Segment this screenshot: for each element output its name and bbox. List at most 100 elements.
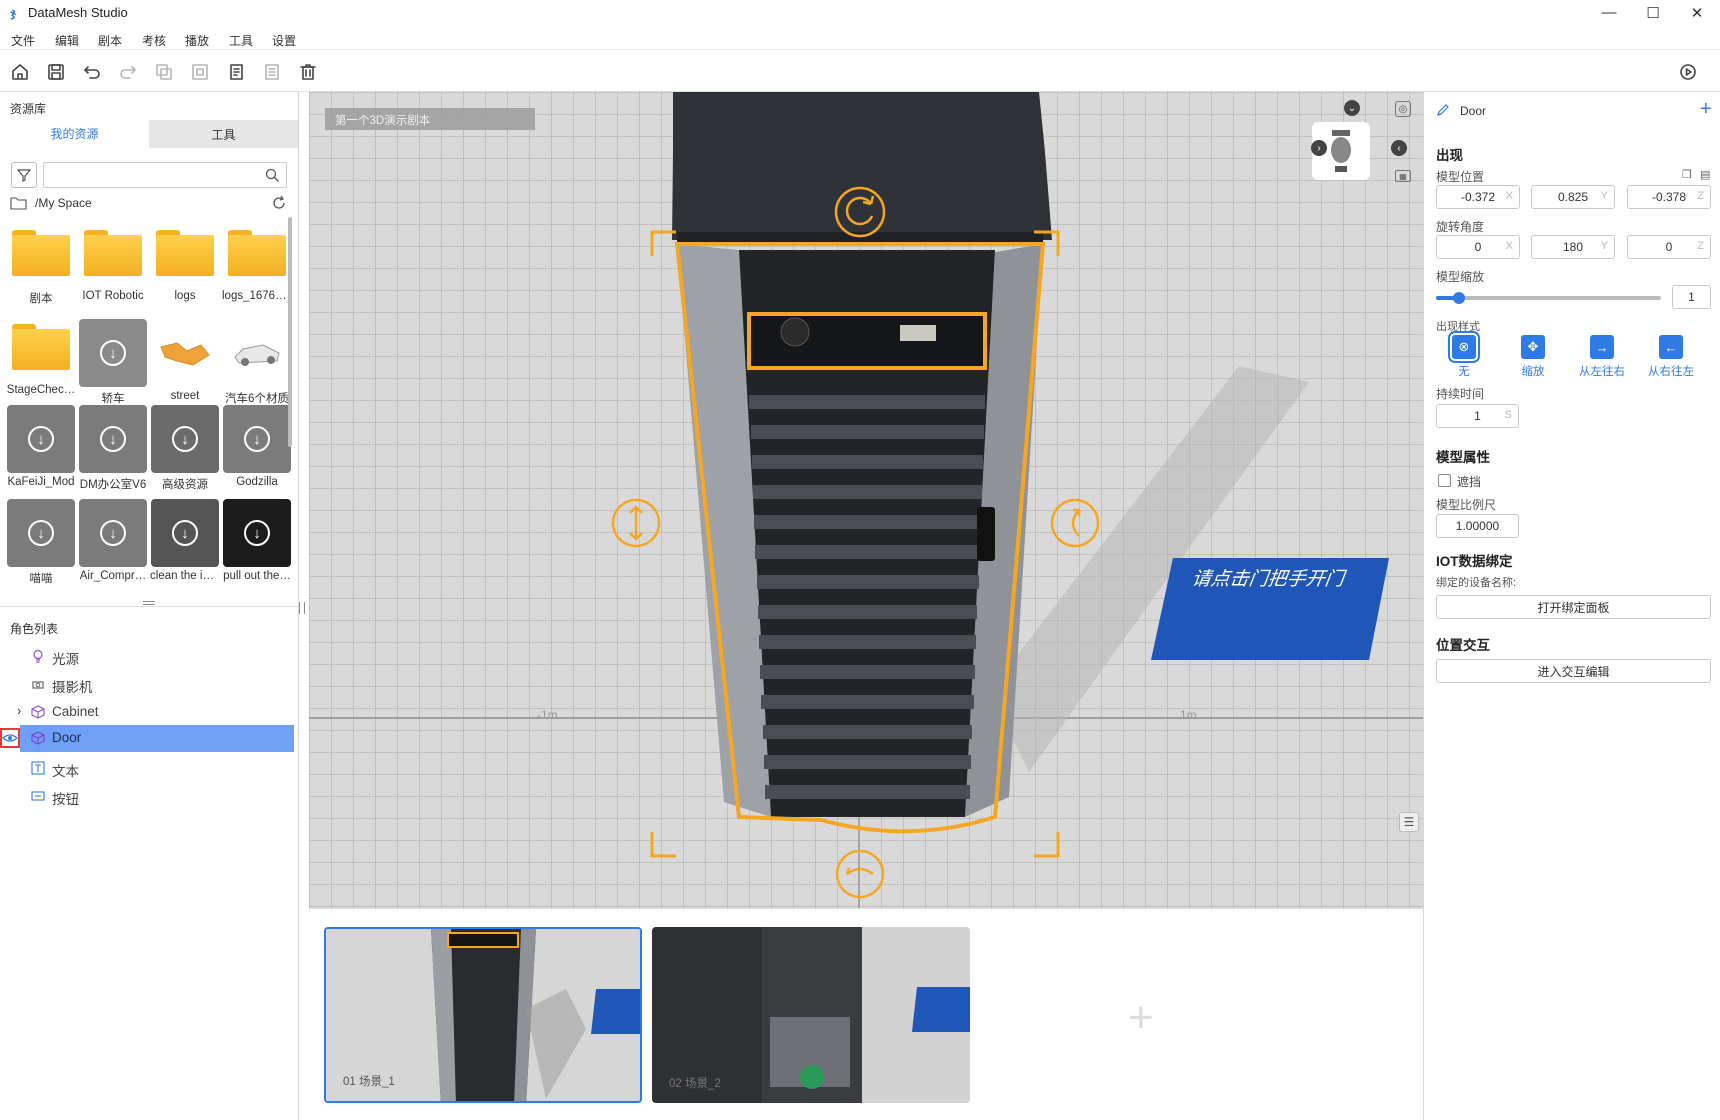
position-x-input[interactable]: -0.372 X [1436,185,1520,209]
ratio-input[interactable]: 1.00000 [1436,514,1519,538]
tree-item-cabinet[interactable]: › Cabinet [0,699,294,725]
menu-tools[interactable]: 工具 [229,32,253,49]
scale-input[interactable]: 1 [1672,285,1711,309]
copy-values-icon[interactable]: ❐ [1682,168,1692,181]
assets-scrollbar[interactable] [288,217,292,447]
duration-input[interactable]: 1S [1436,404,1519,428]
filter-button[interactable] [11,162,37,188]
view-right-icon[interactable]: ‹ [1391,140,1407,156]
move-vertical-handle-icon[interactable] [611,498,661,548]
asset-model[interactable]: ↓ Air_Compr… [78,499,148,582]
asset-model[interactable]: ↓ clean the in… [150,499,220,582]
menu-script[interactable]: 剧本 [98,32,122,49]
paste-icon[interactable] [261,61,283,83]
asset-model[interactable]: ↓ DM办公室V6 [78,405,148,492]
style-right-to-left[interactable]: ← 从右往左 [1641,335,1701,379]
panel-resize-grip-icon[interactable] [299,602,305,614]
splitter-grip-icon[interactable] [143,601,155,605]
home-icon[interactable] [9,61,31,83]
rotate-y-handle-icon[interactable] [1050,498,1100,548]
asset-model[interactable]: street [150,319,220,402]
asset-model[interactable]: ↓ 轿车 [78,319,148,406]
position-z-input[interactable]: -0.378 Z [1627,185,1711,209]
keyboard-icon[interactable]: ▦ [1395,170,1411,182]
list-view-icon[interactable]: ☰ [1399,812,1419,832]
asset-model[interactable]: 汽车6个材质 [222,319,292,406]
asset-folder[interactable]: 剧本 [6,222,76,306]
occlude-checkbox[interactable] [1438,474,1451,487]
paste-values-icon[interactable]: ▤ [1700,168,1710,181]
view-left-icon[interactable]: › [1311,140,1327,156]
minimize-icon[interactable]: — [1586,0,1632,25]
play-preview-icon[interactable] [1677,61,1699,83]
rotation-y-input[interactable]: 180 Y [1531,235,1615,259]
asset-model[interactable]: ↓ pull out the… [222,499,292,582]
tree-item-door[interactable]: Door [20,725,294,752]
rotation-z-input[interactable]: 0Z [1627,235,1711,259]
asset-model[interactable]: ↓ Godzilla [222,405,292,488]
maximize-icon[interactable]: ☐ [1630,0,1676,25]
asset-folder[interactable]: logs [150,222,220,302]
download-icon: ↓ [244,520,270,546]
menu-settings[interactable]: 设置 [272,32,296,49]
splitter[interactable] [0,606,298,607]
add-icon[interactable]: + [1700,98,1712,121]
enter-interact-edit-button[interactable]: 进入交互编辑 [1436,659,1711,683]
asset-model[interactable]: ↓ 喵喵 [6,499,76,586]
expand-chevron-icon[interactable]: › [17,703,21,718]
view-up-icon[interactable]: ⌄ [1344,100,1360,116]
tree-item-light[interactable]: 光源 [0,643,294,669]
style-scale[interactable]: ✥ 缩放 [1503,335,1563,379]
tree-item-button[interactable]: 按钮 [0,783,294,809]
open-binding-panel-button[interactable]: 打开绑定面板 [1436,595,1711,619]
menu-file[interactable]: 文件 [11,32,35,49]
scene-card-2[interactable]: 02 场景_2 [652,927,970,1103]
3d-viewport[interactable]: 第一个3D演示剧本 请点击门把手开门 -1m 1m ⌄ › ‹ ◎ ▦ ☰ [309,92,1423,908]
add-scene-button[interactable]: + [986,927,1304,1103]
save-icon[interactable] [45,61,67,83]
visibility-toggle[interactable] [0,728,20,748]
asset-folder[interactable]: StageChec… [6,316,76,396]
download-icon: ↓ [100,426,126,452]
tab-tools[interactable]: 工具 [149,120,298,148]
model-thumbnail [223,319,291,387]
download-icon: ↓ [100,520,126,546]
scene-text: 请点击门把手开门 [1190,569,1346,590]
style-left-to-right[interactable]: → 从左往右 [1572,335,1632,379]
model-attr-title: 模型属性 [1436,450,1490,465]
menu-exam[interactable]: 考核 [142,32,166,49]
redo-icon[interactable] [117,61,139,83]
asset-folder[interactable]: IOT Robotic [78,222,148,302]
rotation-label: 旋转角度 [1436,220,1485,234]
device-label: 绑定的设备名称: [1436,577,1517,589]
tree-item-text[interactable]: 文本 [0,755,294,781]
model-thumbnail: ↓ [7,499,75,567]
style-none[interactable]: ⊗ 无 [1434,331,1494,379]
refresh-icon[interactable] [271,195,287,211]
ungroup-icon[interactable] [189,61,211,83]
asset-model[interactable]: ↓ 高级资源 [150,405,220,492]
group-icon[interactable] [153,61,175,83]
copy-icon[interactable] [225,61,247,83]
rotation-x-input[interactable]: 0X [1436,235,1520,259]
scene-canvas [309,92,1423,908]
delete-icon[interactable] [297,61,319,83]
left-panel: 资源库 我的资源 工具 /My Space 剧本 IOT Robotic log… [0,92,305,1120]
asset-folder[interactable]: logs_16765… [222,222,292,302]
search-input[interactable] [43,162,287,188]
asset-model[interactable]: ↓ KaFeiJi_Mod [6,405,76,488]
scene-card-1[interactable]: 01 场景_1 [324,927,642,1103]
focus-icon[interactable]: ◎ [1395,101,1411,117]
scale-slider-track[interactable] [1436,296,1661,300]
tab-my-resources[interactable]: 我的资源 [0,120,149,148]
edit-icon[interactable] [1436,103,1450,117]
menu-play[interactable]: 播放 [185,32,209,49]
tree-item-camera[interactable]: 摄影机 [0,671,294,697]
scale-slider-thumb[interactable] [1453,292,1465,304]
undo-icon[interactable] [81,61,103,83]
menu-edit[interactable]: 编辑 [55,32,79,49]
position-y-input[interactable]: 0.825 Y [1531,185,1615,209]
ratio-label: 模型比例尺 [1436,498,1497,512]
current-path: /My Space [35,196,92,210]
close-icon[interactable]: ✕ [1674,0,1720,25]
